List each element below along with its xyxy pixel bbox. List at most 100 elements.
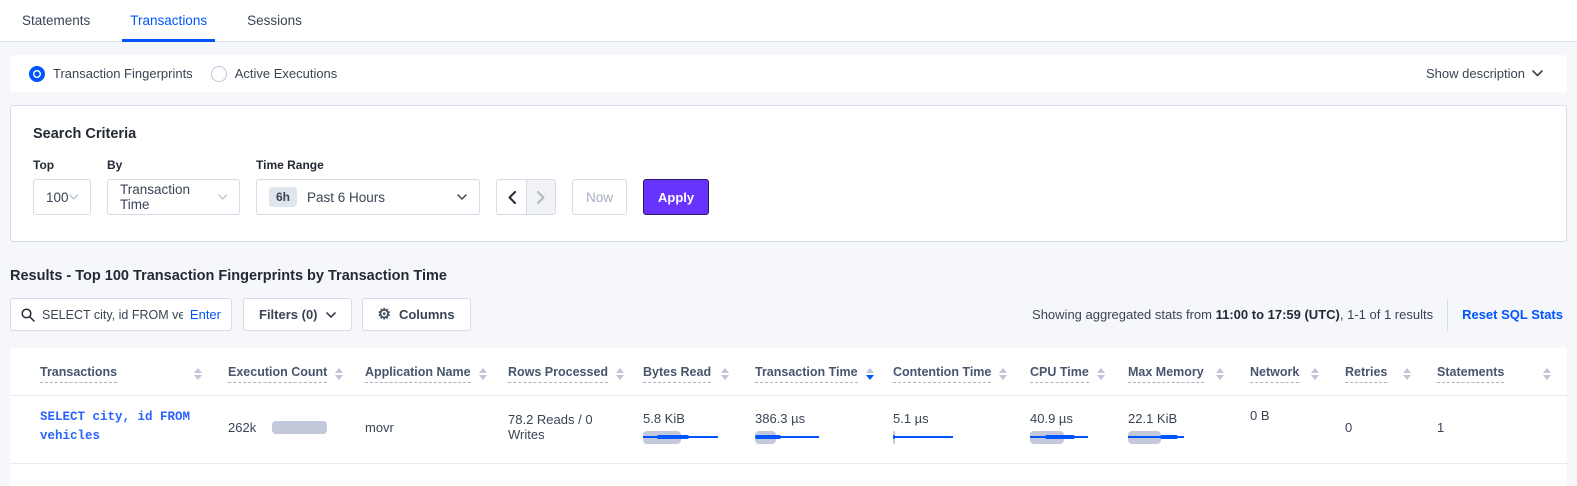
results-table-card: Transactions Execution Count Application… — [10, 348, 1567, 486]
chevron-down-icon — [457, 194, 467, 200]
col-header-retries[interactable]: Retries — [1335, 348, 1427, 396]
max-memory-bar — [1128, 431, 1224, 444]
show-description-toggle[interactable]: Show description — [1426, 66, 1543, 81]
radio-active-executions[interactable]: Active Executions — [211, 66, 338, 82]
col-header-cpu-time[interactable]: CPU Time — [1020, 348, 1118, 396]
col-header-contention-time[interactable]: Contention Time — [883, 348, 1020, 396]
network-value: 0 B — [1250, 408, 1270, 423]
execution-count-value: 262k — [228, 420, 256, 435]
col-header-transaction-time[interactable]: Transaction Time — [745, 348, 883, 396]
stats-suffix: , 1-1 of 1 results — [1340, 307, 1433, 322]
stats-range: 11:00 to 17:59 (UTC) — [1216, 307, 1340, 322]
sort-icon[interactable] — [1097, 368, 1105, 380]
radio-unselected-icon — [211, 66, 227, 82]
sort-icon[interactable] — [194, 368, 202, 380]
col-header-rows-processed[interactable]: Rows Processed — [498, 348, 633, 396]
time-range-select[interactable]: 6h Past 6 Hours — [256, 179, 480, 215]
col-header-bytes-read[interactable]: Bytes Read — [633, 348, 745, 396]
cell-bytes-read: 5.8 KiB — [633, 396, 745, 464]
search-criteria-title: Search Criteria — [33, 126, 1544, 142]
col-header-execution-count[interactable]: Execution Count — [218, 348, 355, 396]
max-memory-value: 22.1 KiB — [1128, 411, 1224, 426]
retries-value: 0 — [1345, 420, 1352, 435]
table-row: SELECT city, id FROM vehicles 262k movr … — [10, 396, 1567, 464]
cell-rows-processed: 78.2 Reads / 0 Writes — [498, 396, 633, 464]
sort-icon[interactable] — [335, 368, 343, 380]
time-forward-button[interactable] — [526, 180, 555, 214]
sort-icon[interactable] — [616, 368, 624, 380]
search-criteria-panel: Search Criteria Top 100 By Transaction T… — [10, 105, 1567, 242]
top-select[interactable]: 100 — [33, 179, 91, 215]
stats-prefix: Showing aggregated stats from — [1032, 307, 1216, 322]
statements-value: 1 — [1437, 420, 1444, 435]
apply-button[interactable]: Apply — [643, 179, 709, 215]
tab-transactions[interactable]: Transactions — [122, 13, 215, 42]
top-label: Top — [33, 158, 91, 172]
search-input[interactable] — [42, 308, 183, 322]
sort-icon[interactable] — [1216, 368, 1224, 380]
aggregated-stats-text: Showing aggregated stats from 11:00 to 1… — [1032, 307, 1433, 322]
vertical-divider — [1447, 299, 1448, 331]
radio-label: Transaction Fingerprints — [53, 66, 193, 81]
chevron-down-icon — [69, 194, 78, 200]
gear-icon: ⚙ — [378, 307, 391, 322]
sort-icon[interactable] — [479, 368, 487, 380]
view-toggle-row: Transaction Fingerprints Active Executio… — [10, 55, 1567, 92]
columns-label: Columns — [399, 307, 455, 322]
cell-transactions: SELECT city, id FROM vehicles — [10, 396, 218, 464]
bytes-read-value: 5.8 KiB — [643, 411, 729, 426]
by-select[interactable]: Transaction Time — [107, 179, 240, 215]
chevron-down-icon — [218, 194, 227, 200]
sort-icon[interactable] — [999, 368, 1007, 380]
tab-statements[interactable]: Statements — [14, 13, 98, 42]
transaction-time-bar — [755, 431, 867, 444]
chevron-left-icon — [508, 191, 516, 204]
cell-cpu-time: 40.9 µs — [1020, 396, 1118, 464]
sort-icon[interactable] — [1543, 368, 1551, 380]
transactions-table: Transactions Execution Count Application… — [10, 348, 1567, 464]
cell-application-name: movr — [355, 396, 498, 464]
results-controls-row: Enter Filters (0) ⚙ Columns Showing aggr… — [10, 298, 1567, 331]
sort-icon[interactable] — [1403, 368, 1411, 380]
time-range-field: Time Range 6h Past 6 Hours — [256, 158, 480, 215]
reset-sql-stats-link[interactable]: Reset SQL Stats — [1462, 307, 1563, 322]
now-button[interactable]: Now — [572, 179, 627, 215]
top-select-value: 100 — [46, 190, 69, 205]
cell-statements: 1 — [1427, 396, 1567, 464]
cpu-time-bar — [1030, 431, 1102, 444]
tab-sessions[interactable]: Sessions — [239, 13, 310, 42]
radio-selected-icon — [29, 66, 45, 82]
chevron-down-icon — [326, 312, 336, 318]
contention-time-bar — [893, 431, 1004, 444]
sort-icon[interactable] — [1311, 368, 1319, 380]
search-enter-hint[interactable]: Enter — [190, 307, 221, 322]
execution-count-bar — [272, 421, 327, 434]
cell-contention-time: 5.1 µs — [883, 396, 1020, 464]
sort-icon-active-desc[interactable] — [866, 368, 874, 380]
time-back-button[interactable] — [497, 180, 526, 214]
cell-transaction-time: 386.3 µs — [745, 396, 883, 464]
col-header-transactions[interactable]: Transactions — [10, 348, 218, 396]
by-field: By Transaction Time — [107, 158, 240, 215]
filters-button[interactable]: Filters (0) — [243, 298, 352, 331]
sort-icon[interactable] — [721, 368, 729, 380]
columns-button[interactable]: ⚙ Columns — [362, 298, 471, 331]
by-label: By — [107, 158, 240, 172]
top-tab-bar: Statements Transactions Sessions — [0, 0, 1577, 42]
application-name-value: movr — [365, 420, 394, 435]
search-icon — [21, 308, 35, 322]
radio-transaction-fingerprints[interactable]: Transaction Fingerprints — [29, 66, 193, 82]
transaction-time-value: 386.3 µs — [755, 411, 867, 426]
col-header-max-memory[interactable]: Max Memory — [1118, 348, 1240, 396]
col-header-application-name[interactable]: Application Name — [355, 348, 498, 396]
transaction-fingerprint-link[interactable]: SELECT city, id FROM vehicles — [40, 408, 202, 447]
filters-label: Filters (0) — [259, 307, 318, 322]
top-field: Top 100 — [33, 158, 91, 215]
col-header-network[interactable]: Network — [1240, 348, 1335, 396]
cell-max-memory: 22.1 KiB — [1118, 396, 1240, 464]
radio-label: Active Executions — [235, 66, 338, 81]
cell-network: 0 B — [1240, 396, 1335, 464]
time-range-value: Past 6 Hours — [307, 190, 385, 205]
search-box[interactable]: Enter — [10, 298, 232, 331]
col-header-statements[interactable]: Statements — [1427, 348, 1567, 396]
